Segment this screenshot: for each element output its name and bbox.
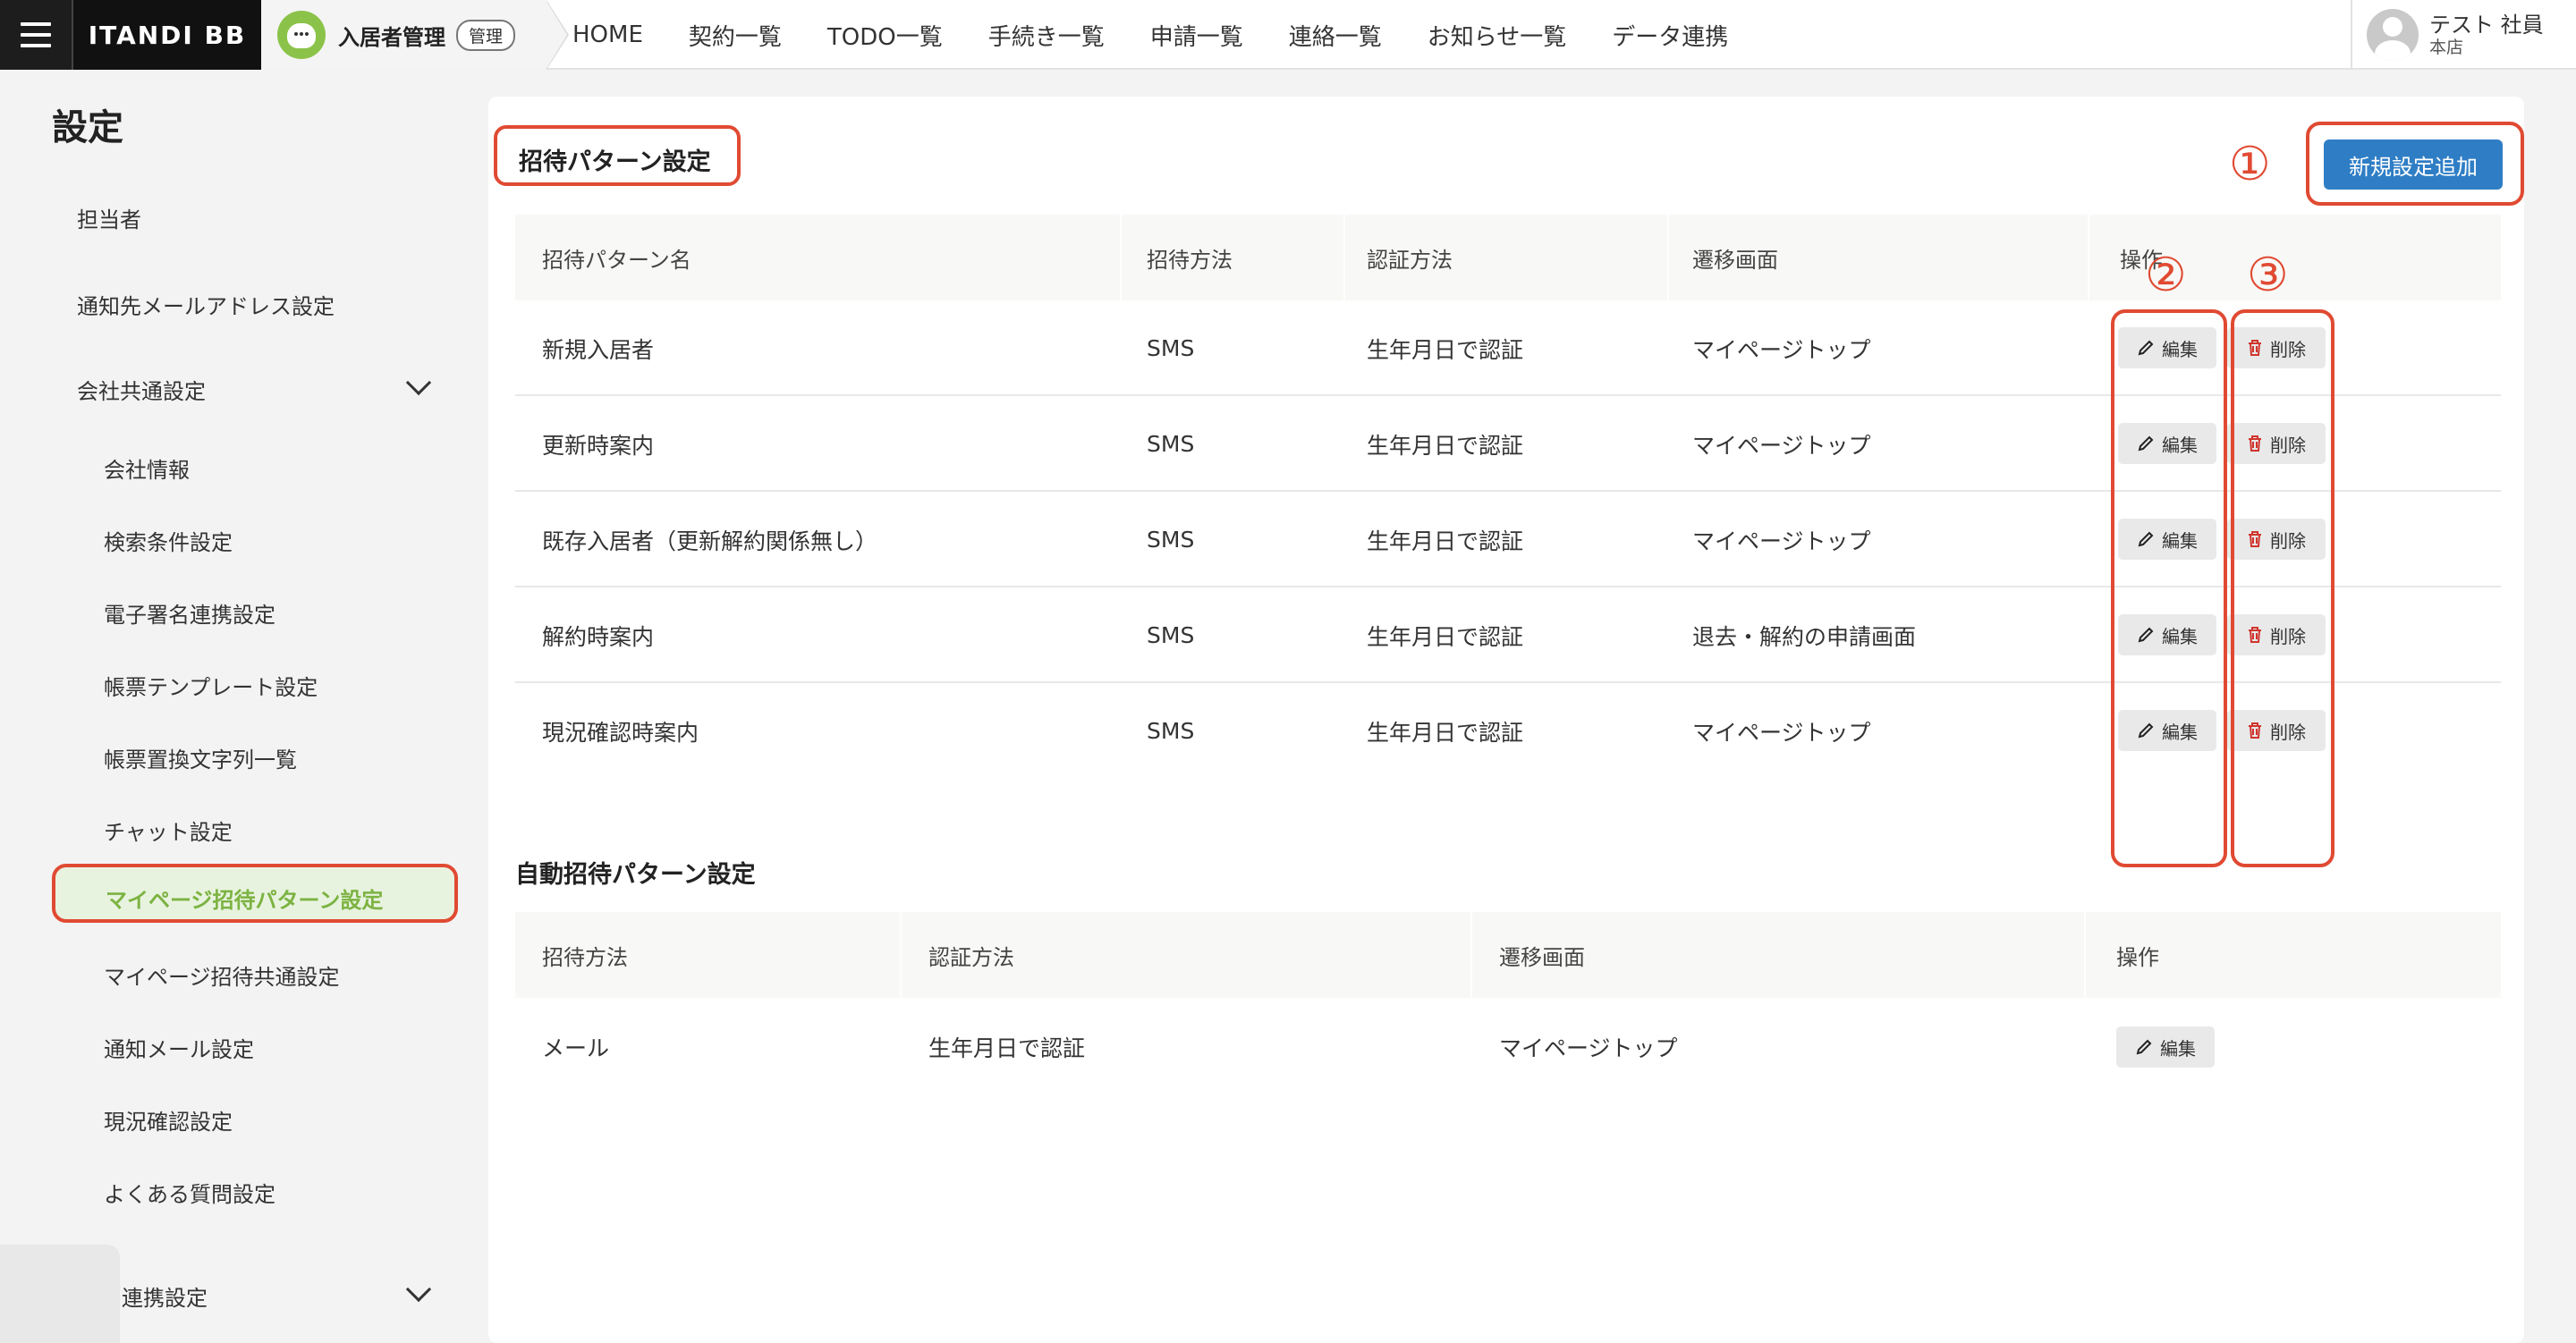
- add-new-setting-button[interactable]: 新規設定追加: [2324, 139, 2503, 190]
- screen-cell: マイページトップ: [1499, 1035, 1678, 1061]
- screen-cell: マイページトップ: [1692, 719, 1871, 746]
- pattern-name-cell: 既存入居者（更新解約関係無し）: [542, 528, 878, 554]
- nav-notices[interactable]: お知らせ一覧: [1428, 19, 1566, 52]
- main-content: 招待パターン設定 ① 新規設定追加 招待パターン名 招待方法 認証方法 遷移画面…: [488, 97, 2524, 1343]
- method-cell: メール: [542, 1035, 610, 1061]
- top-header: ITANDI BB 入居者管理 管理 HOME 契約一覧 TODO一覧 手続き一…: [0, 0, 2576, 70]
- settings-sidebar: 設定 担当者 通知先メールアドレス設定 会社共通設定 会社情報 検索条件設定 電…: [0, 72, 488, 1343]
- sidebar-item-chat[interactable]: チャット設定: [104, 815, 233, 846]
- method-cell: SMS: [1147, 622, 1195, 648]
- top-nav: HOME 契約一覧 TODO一覧 手続き一覧 申請一覧 連絡一覧 お知らせ一覧 …: [572, 0, 1774, 70]
- sidebar-item-company-common[interactable]: 会社共通設定: [77, 374, 206, 405]
- nav-applications[interactable]: 申請一覧: [1150, 19, 1243, 52]
- sidebar-item-tantousha[interactable]: 担当者: [77, 202, 141, 233]
- sidebar-item-replace-strings[interactable]: 帳票置換文字列一覧: [104, 742, 297, 773]
- annotation-marker-2: ②: [2145, 249, 2187, 302]
- auth-cell: 生年月日で認証: [1367, 623, 1524, 650]
- screen-cell: マイページトップ: [1692, 432, 1871, 459]
- pattern-name-cell: 現況確認時案内: [542, 719, 699, 746]
- sidebar-item-mypage-invite-common[interactable]: マイページ招待共通設定: [104, 959, 340, 991]
- method-cell: SMS: [1147, 718, 1195, 744]
- column-header: 認証方法: [928, 944, 1014, 970]
- chevron-down-icon[interactable]: [405, 1276, 432, 1303]
- annotation-marker-1: ①: [2229, 138, 2271, 191]
- pencil-icon: [2136, 1039, 2152, 1055]
- column-header: 遷移画面: [1499, 944, 1585, 970]
- table-header: 招待パターン名 招待方法 認証方法 遷移画面 操作: [515, 215, 2501, 300]
- auth-cell: 生年月日で認証: [1367, 528, 1524, 554]
- screen-cell: 退去・解約の申請画面: [1692, 623, 1917, 650]
- sidebar-item-faq[interactable]: よくある質問設定: [104, 1177, 275, 1208]
- method-cell: SMS: [1147, 335, 1195, 361]
- app-badge: 管理: [456, 19, 516, 51]
- pattern-name-cell: 新規入居者: [542, 336, 655, 363]
- method-cell: SMS: [1147, 527, 1195, 553]
- section-title: 自動招待パターン設定: [515, 861, 756, 889]
- chevron-down-icon[interactable]: [405, 369, 432, 396]
- screen-cell: マイページトップ: [1692, 528, 1871, 554]
- pattern-name-cell: 更新時案内: [542, 432, 655, 459]
- nav-data-integration[interactable]: データ連携: [1612, 19, 1728, 52]
- section-title: 招待パターン設定: [519, 148, 711, 176]
- user-store: 本店: [2429, 38, 2464, 57]
- brand-logo[interactable]: ITANDI BB: [72, 0, 261, 70]
- auth-cell: 生年月日で認証: [1367, 432, 1524, 459]
- user-menu[interactable]: テスト 社員 本店: [2351, 0, 2576, 70]
- sidebar-item-status-check[interactable]: 現況確認設定: [104, 1104, 233, 1136]
- add-button-highlight: 新規設定追加: [2306, 122, 2524, 206]
- sidebar-item-notify-mail[interactable]: 通知メール設定: [104, 1032, 254, 1063]
- sidebar-item-integration[interactable]: 連携設定: [122, 1280, 208, 1312]
- sidebar-item-mypage-invite-pattern[interactable]: マイページ招待パターン設定: [52, 864, 458, 923]
- nav-contracts[interactable]: 契約一覧: [689, 19, 782, 52]
- hamburger-menu-icon[interactable]: [0, 0, 72, 70]
- annotation-marker-3: ③: [2247, 249, 2289, 302]
- delete-column-highlight: [2231, 309, 2334, 867]
- sidebar-item-label: マイページ招待パターン設定: [106, 888, 384, 913]
- floating-tab[interactable]: [0, 1245, 120, 1343]
- table-header: 招待方法 認証方法 遷移画面 操作: [515, 912, 2501, 998]
- app-switcher[interactable]: 入居者管理 管理: [261, 0, 569, 70]
- avatar-icon: [2367, 9, 2419, 61]
- edit-label: 編集: [2160, 1037, 2196, 1060]
- nav-messages[interactable]: 連絡一覧: [1289, 19, 1382, 52]
- sidebar-item-esign[interactable]: 電子署名連携設定: [104, 597, 275, 629]
- method-cell: SMS: [1147, 431, 1195, 457]
- auth-cell: 生年月日で認証: [1367, 719, 1524, 746]
- sidebar-item-mail-address[interactable]: 通知先メールアドレス設定: [77, 289, 335, 320]
- column-header: 招待方法: [542, 944, 628, 970]
- auth-cell: 生年月日で認証: [1367, 336, 1524, 363]
- column-header: 招待方法: [1147, 247, 1233, 273]
- user-name: テスト 社員: [2429, 13, 2544, 38]
- column-header: 操作: [2116, 944, 2159, 970]
- sidebar-item-search-conditions[interactable]: 検索条件設定: [104, 525, 233, 556]
- column-header: 認証方法: [1367, 247, 1453, 273]
- sidebar-item-template[interactable]: 帳票テンプレート設定: [104, 670, 318, 701]
- auth-cell: 生年月日で認証: [928, 1035, 1086, 1061]
- app-name: 入居者管理: [338, 24, 445, 50]
- screen-cell: マイページトップ: [1692, 336, 1871, 363]
- pattern-name-cell: 解約時案内: [542, 623, 655, 650]
- nav-todo[interactable]: TODO一覧: [827, 19, 943, 52]
- table-row: メール 生年月日で認証 マイページトップ 編集: [515, 998, 2501, 1096]
- sidebar-item-company-info[interactable]: 会社情報: [104, 452, 190, 484]
- app-logo-icon: [277, 11, 326, 59]
- column-header: 招待パターン名: [542, 247, 691, 273]
- page-title: 設定: [52, 107, 123, 148]
- nav-procedures[interactable]: 手続き一覧: [988, 19, 1105, 52]
- edit-column-highlight: [2111, 309, 2227, 867]
- nav-home[interactable]: HOME: [572, 21, 643, 48]
- column-header: 遷移画面: [1692, 247, 1778, 273]
- section-title-box: 招待パターン設定: [494, 125, 741, 186]
- edit-button[interactable]: 編集: [2116, 1026, 2215, 1068]
